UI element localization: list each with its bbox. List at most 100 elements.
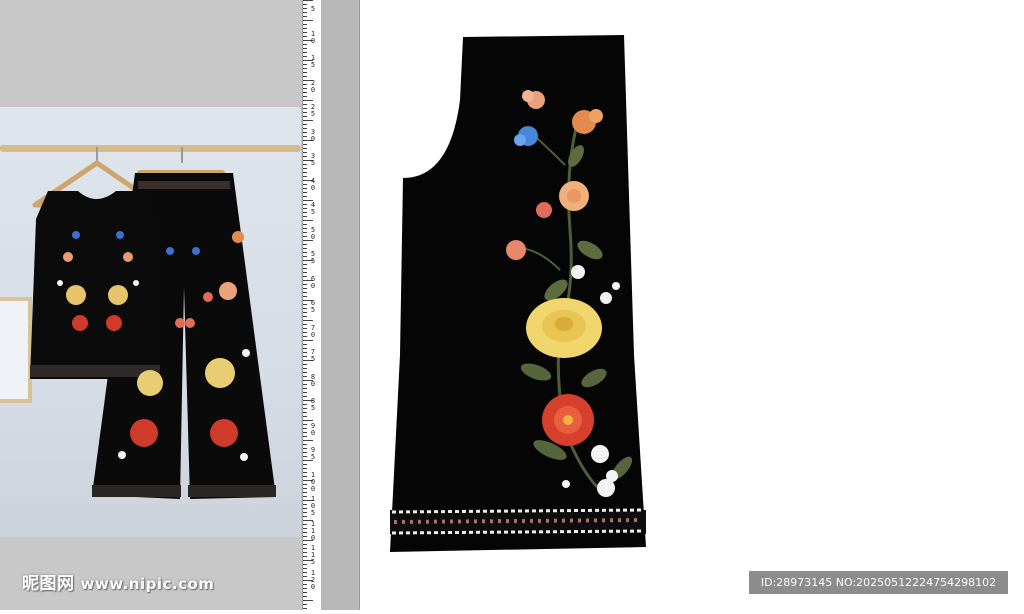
- ruler-tick: [303, 228, 307, 229]
- ruler-tick: [303, 584, 307, 585]
- vertical-ruler: 5 10 15 20 25 30 35 40 45 50 55 60 65 70 75 80 85 90 95 100…: [302, 0, 322, 610]
- ruler-tick: [303, 412, 307, 413]
- ruler-tick: [303, 172, 307, 173]
- ruler-tick: [303, 128, 307, 129]
- ruler-label: 5: [310, 5, 316, 13]
- ruler-tick: [303, 292, 307, 293]
- ruler-tick: [303, 144, 307, 145]
- ruler-tick: [303, 388, 307, 389]
- ruler-tick: [303, 268, 307, 269]
- ruler-tick: [303, 212, 307, 213]
- yellow-rose-icon: [526, 298, 602, 358]
- ruler-tick: [303, 88, 307, 89]
- ruler-tick: [303, 296, 307, 297]
- ruler-tick: [303, 276, 307, 277]
- ruler-tick: [303, 184, 307, 185]
- ruler-tick: [303, 224, 307, 225]
- ruler-tick: [303, 436, 307, 437]
- ruler-tick: [303, 24, 307, 25]
- watermark-site: www.nipic.com: [80, 575, 215, 593]
- ruler-tick: [303, 524, 307, 525]
- ruler-tick: [303, 440, 313, 441]
- nipic-watermark: 昵图网 www.nipic.com: [22, 569, 214, 594]
- ruler-tick: [303, 204, 307, 205]
- ruler-tick: [303, 392, 307, 393]
- ruler-tick: [303, 516, 307, 517]
- ruler-tick: [303, 116, 307, 117]
- ruler-tick: [303, 608, 307, 609]
- ruler-tick: [303, 452, 307, 453]
- ruler-tick: [303, 76, 307, 77]
- ruler-tick: [303, 492, 307, 493]
- ruler-tick: [303, 176, 307, 177]
- ruler-tick: [303, 156, 307, 157]
- ruler-tick: [303, 364, 307, 365]
- ruler-tick: [303, 564, 307, 565]
- ruler-tick: [303, 548, 307, 549]
- product-photo: [0, 107, 301, 537]
- ruler-tick: [303, 136, 307, 137]
- ruler-tick: [303, 572, 307, 573]
- ruler-tick: [303, 588, 307, 589]
- outfit-illustration: [30, 160, 276, 499]
- ruler-tick: [303, 332, 307, 333]
- ruler-tick: [303, 308, 307, 309]
- ruler-tick: [303, 344, 307, 345]
- ruler-tick: [303, 132, 307, 133]
- ruler-tick: [303, 552, 307, 553]
- ruler-tick: [303, 556, 307, 557]
- ruler-tick: [303, 328, 307, 329]
- ruler-label: 110: [310, 519, 316, 542]
- ruler-tick: [303, 592, 307, 593]
- ruler-tick: [303, 464, 307, 465]
- ruler-label: 40: [310, 176, 316, 192]
- ruler-tick: [303, 236, 307, 237]
- ruler-label: 60: [310, 274, 316, 290]
- ruler-tick: [303, 256, 307, 257]
- ruler-tick: [303, 188, 307, 189]
- ruler-tick: [303, 288, 307, 289]
- ruler-tick: [303, 56, 307, 57]
- ruler-tick: [303, 312, 307, 313]
- ruler-tick: [303, 428, 307, 429]
- ruler-label: 20: [310, 78, 316, 94]
- ruler-tick: [303, 416, 307, 417]
- ruler-label: 15: [310, 54, 316, 69]
- ruler-tick: [303, 96, 307, 97]
- ruler-tick: [303, 432, 307, 433]
- ruler-tick: [303, 48, 307, 49]
- ruler-tick: [303, 376, 307, 377]
- ruler-tick: [303, 576, 307, 577]
- ruler-tick: [303, 64, 307, 65]
- ruler-tick: [303, 192, 307, 193]
- ruler-label: 90: [310, 421, 316, 437]
- ruler-tick: [303, 252, 307, 253]
- ruler-tick: [303, 472, 307, 473]
- ruler-tick: [303, 248, 307, 249]
- ruler-tick: [303, 152, 307, 153]
- peach-flower-icon: [559, 181, 589, 211]
- ruler-label: 35: [310, 152, 316, 167]
- ruler-tick: [303, 532, 307, 533]
- ruler-tick: [303, 304, 307, 305]
- ruler-tick: [303, 408, 307, 409]
- ruler-tick: [303, 528, 307, 529]
- ruler-tick: [303, 596, 307, 597]
- ruler-tick: [303, 12, 307, 13]
- ruler-tick: [303, 424, 307, 425]
- ruler-tick: [303, 32, 307, 33]
- design-canvas: [360, 0, 1024, 610]
- ruler-tick: [303, 352, 307, 353]
- watermark-logo: 昵图网: [22, 574, 75, 594]
- ruler-tick: [303, 536, 307, 537]
- ruler-tick: [303, 208, 307, 209]
- ruler-tick: [303, 604, 307, 605]
- ruler-label: 70: [310, 323, 316, 339]
- ruler-tick: [303, 568, 307, 569]
- ruler-tick: [303, 356, 307, 357]
- ruler-tick: [303, 92, 307, 93]
- ruler-tick: [303, 496, 307, 497]
- ruler-tick: [303, 504, 307, 505]
- ruler-tick: [303, 72, 307, 73]
- ruler-tick: [303, 20, 313, 21]
